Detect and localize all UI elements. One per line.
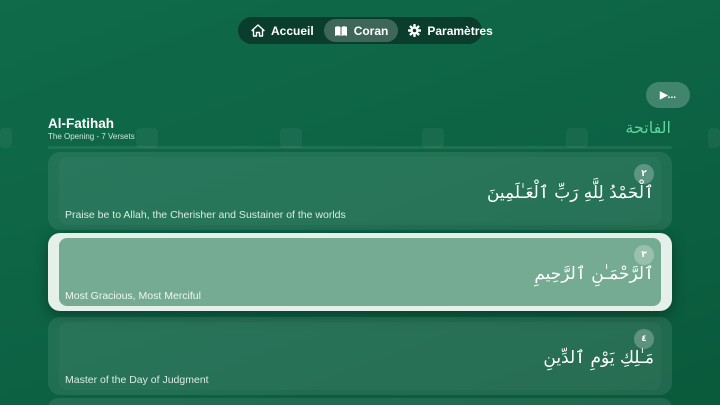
verse-card-next[interactable]: [48, 398, 672, 405]
nav-item-parametres[interactable]: Paramètres: [398, 19, 502, 42]
surah-subtitle: The Opening - 7 Versets: [48, 132, 135, 141]
play-label: ▶...: [659, 89, 677, 101]
background-decoration: [422, 128, 444, 148]
verse-translation: Praise be to Allah, the Cherisher and Su…: [65, 209, 346, 221]
home-icon: [251, 24, 265, 37]
verse-card[interactable]: ٤ مَـٰلِكِ يَوْمِ ٱلدِّينِ Master of the…: [48, 317, 672, 395]
verse-number-badge: ٣: [634, 245, 654, 265]
verse-translation: Master of the Day of Judgment: [65, 374, 209, 386]
background-decoration: [708, 128, 720, 148]
book-icon: [334, 25, 348, 37]
nav-item-accueil[interactable]: Accueil: [241, 19, 324, 42]
verse-number-badge: ٤: [634, 329, 654, 349]
top-nav: Accueil Coran Paramètres: [238, 17, 493, 44]
header-divider: [48, 146, 672, 149]
gear-icon: [408, 24, 422, 37]
nav-item-coran[interactable]: Coran: [323, 19, 399, 42]
verse-arabic-text: ٱلْحَمْدُ لِلَّهِ رَبِّ ٱلْعَـٰلَمِينَ: [486, 183, 654, 203]
nav-item-label: Coran: [353, 23, 389, 38]
verse-card-active[interactable]: ٣ ٱلرَّحْمَـٰنِ ٱلرَّحِيمِ Most Gracious…: [48, 233, 672, 311]
background-decoration: [0, 128, 12, 148]
nav-item-label: Paramètres: [427, 23, 493, 38]
verse-card[interactable]: ٢ ٱلْحَمْدُ لِلَّهِ رَبِّ ٱلْعَـٰلَمِينَ…: [48, 152, 672, 230]
nav-item-label: Accueil: [271, 23, 314, 38]
background-decoration: [280, 128, 302, 148]
background-decoration: [566, 128, 588, 148]
background-decoration: [136, 128, 158, 148]
verse-translation: Most Gracious, Most Merciful: [65, 290, 201, 302]
verse-number-badge: ٢: [634, 164, 654, 184]
surah-title: Al-Fatihah: [48, 116, 114, 131]
verse-arabic-text: مَـٰلِكِ يَوْمِ ٱلدِّينِ: [543, 348, 654, 368]
surah-arabic-title: الفاتحة: [625, 118, 671, 137]
play-button[interactable]: ▶...: [646, 82, 690, 108]
verse-arabic-text: ٱلرَّحْمَـٰنِ ٱلرَّحِيمِ: [534, 264, 654, 284]
